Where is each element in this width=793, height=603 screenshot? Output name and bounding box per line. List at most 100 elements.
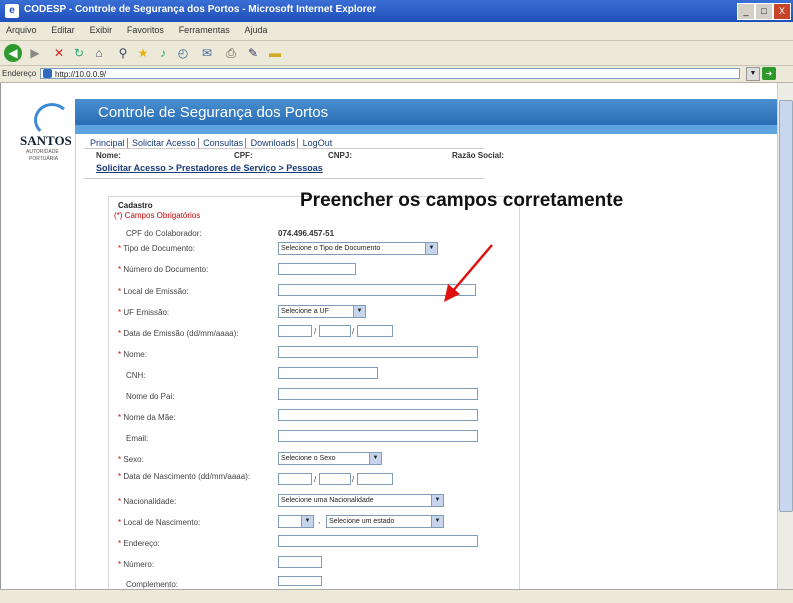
data-nasc-month[interactable] (319, 473, 351, 485)
numero-input[interactable] (278, 556, 322, 568)
date-separator: / (314, 327, 317, 336)
chevron-down-icon: ▼ (301, 516, 313, 527)
main-nav: Principal Solicitar Acesso Consultas Dow… (88, 138, 334, 148)
sexo-label: Sexo: (123, 455, 144, 464)
local-nasc-label: Local de Nascimento: (123, 518, 201, 527)
required-mark: * (118, 539, 122, 548)
address-input[interactable]: http://10.0.0.9/ (40, 68, 740, 79)
print-icon[interactable]: ⎙ (222, 44, 240, 62)
stop-icon[interactable]: ✕ (50, 44, 68, 62)
cnh-label: CNH: (126, 371, 146, 380)
required-mark: * (118, 350, 122, 359)
required-mark: * (118, 308, 122, 317)
close-button[interactable]: X (773, 3, 791, 20)
chevron-down-icon: ▼ (431, 495, 443, 506)
nacionalidade-label: Nacionalidade: (123, 497, 177, 506)
folder-icon[interactable]: ▬ (266, 44, 284, 62)
required-mark: * (118, 244, 122, 253)
required-mark: * (118, 287, 122, 296)
refresh-icon[interactable]: ↻ (70, 44, 88, 62)
required-mark: * (118, 518, 122, 527)
breadcrumb[interactable]: Solicitar Acesso > Prestadores de Serviç… (96, 163, 323, 173)
sexo-value: Selecione o Sexo (281, 455, 336, 462)
menu-arquivo[interactable]: Arquivo (0, 22, 43, 38)
form-title: Cadastro (118, 201, 153, 210)
data-nasc-year[interactable] (357, 473, 393, 485)
tipo-doc-select[interactable]: Selecione o Tipo de Documento ▼ (278, 242, 438, 255)
data-nasc-label: Data de Nascimento (dd/mm/aaaa): (123, 472, 251, 481)
required-mark: * (118, 265, 122, 274)
maximize-button[interactable]: □ (755, 3, 773, 20)
window-titlebar: e CODESP - Controle de Segurança dos Por… (0, 0, 793, 22)
numero-doc-input[interactable] (278, 263, 356, 275)
scrollbar-thumb[interactable] (779, 100, 793, 512)
menu-ferramentas[interactable]: Ferramentas (173, 22, 236, 38)
sexo-select[interactable]: Selecione o Sexo ▼ (278, 452, 382, 465)
info-cpf: CPF: (234, 151, 253, 160)
local-nasc-city-select[interactable]: ▼ (278, 515, 314, 528)
date-separator: / (352, 327, 355, 336)
nav-solicitar-acesso[interactable]: Solicitar Acesso (130, 138, 199, 148)
favorites-icon[interactable]: ★ (134, 44, 152, 62)
menu-exibir[interactable]: Exibir (84, 22, 119, 38)
menu-editar[interactable]: Editar (45, 22, 81, 38)
menu-bar: Arquivo Editar Exibir Favoritos Ferramen… (0, 22, 793, 41)
required-mark: * (118, 329, 122, 338)
nav-logout[interactable]: LogOut (301, 138, 335, 148)
uf-emissao-select[interactable]: Selecione a UF ▼ (278, 305, 366, 318)
date-separator: / (352, 475, 355, 484)
window-title: CODESP - Controle de Segurança dos Porto… (24, 4, 377, 15)
separator: , (318, 516, 321, 525)
nome-input[interactable] (278, 346, 478, 358)
media-icon[interactable]: ♪ (154, 44, 172, 62)
chevron-down-icon: ▼ (431, 516, 443, 527)
nav-downloads[interactable]: Downloads (248, 138, 299, 148)
history-icon[interactable]: ◴ (174, 44, 192, 62)
back-icon[interactable]: ◀ (4, 44, 22, 62)
page-icon (43, 69, 52, 78)
go-icon[interactable]: ➜ (762, 67, 776, 80)
home-icon[interactable]: ⌂ (90, 44, 108, 62)
data-emissao-year[interactable] (357, 325, 393, 337)
complemento-input[interactable] (278, 576, 322, 586)
logo-subtitle-2: PORTUÁRIA (29, 156, 59, 162)
data-emissao-day[interactable] (278, 325, 312, 337)
nav-consultas[interactable]: Consultas (201, 138, 247, 148)
nome-pai-input[interactable] (278, 388, 478, 400)
toolbar: ◀ ▶ ✕ ↻ ⌂ ⚲ ★ ♪ ◴ ✉ ⎙ ✎ ▬ (0, 41, 793, 66)
endereco-input[interactable] (278, 535, 478, 547)
complemento-label: Complemento: (126, 580, 179, 589)
email-input[interactable] (278, 430, 478, 442)
cnh-input[interactable] (278, 367, 378, 379)
address-dropdown-icon[interactable]: ▼ (746, 67, 760, 81)
data-emissao-month[interactable] (319, 325, 351, 337)
nav-principal[interactable]: Principal (88, 138, 128, 148)
nacionalidade-select[interactable]: Selecione uma Nacionalidade ▼ (278, 494, 444, 507)
uf-emissao-value: Selecione a UF (281, 308, 329, 315)
nome-mae-input[interactable] (278, 409, 478, 421)
uf-emissao-label: UF Emissão: (123, 308, 170, 317)
minimize-button[interactable]: _ (737, 3, 755, 20)
search-icon[interactable]: ⚲ (114, 44, 132, 62)
required-mark: * (118, 413, 122, 422)
endereco-label: Endereço: (123, 539, 160, 548)
chevron-down-icon: ▼ (369, 453, 381, 464)
email-label: Email: (126, 434, 149, 443)
callout-text: Preencher os campos corretamente (300, 190, 624, 211)
local-nasc-state-select[interactable]: Selecione um estado ▼ (326, 515, 444, 528)
mail-icon[interactable]: ✉ (198, 44, 216, 62)
local-nasc-value: Selecione um estado (329, 518, 395, 525)
data-nasc-day[interactable] (278, 473, 312, 485)
required-mark: * (118, 455, 122, 464)
numero-doc-label: Número do Documento: (123, 265, 209, 274)
required-mark: * (118, 560, 122, 569)
status-bar (0, 589, 793, 603)
required-mark: * (118, 472, 122, 481)
nacionalidade-value: Selecione uma Nacionalidade (281, 497, 374, 504)
edit-icon[interactable]: ✎ (244, 44, 262, 62)
chevron-down-icon: ▼ (353, 306, 365, 317)
menu-ajuda[interactable]: Ajuda (239, 22, 274, 38)
forward-icon[interactable]: ▶ (26, 44, 44, 62)
logo-text: SANTOS (20, 133, 72, 148)
menu-favoritos[interactable]: Favoritos (121, 22, 170, 38)
